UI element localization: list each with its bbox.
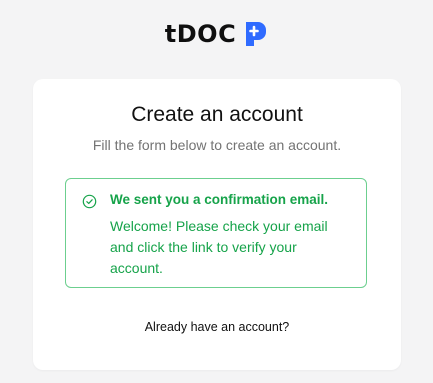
brand-header: tDOC (0, 20, 433, 48)
signin-link[interactable]: Already have an account? (33, 320, 401, 334)
page-title: Create an account (131, 103, 303, 126)
signup-page: tDOC Create an account Fill the form bel… (0, 0, 433, 383)
page-subtitle: Fill the form below to create an account… (92, 137, 342, 153)
check-circle-icon (82, 194, 97, 209)
alert-title: We sent you a confirmation email. (110, 192, 329, 207)
tdoc-logo-icon (246, 22, 267, 46)
brand-name: tDOC (164, 20, 237, 48)
signup-card: Create an account Fill the form below to… (33, 79, 401, 370)
success-alert: We sent you a confirmation email. Welcom… (65, 178, 367, 288)
alert-message: Welcome! Please check your email and cli… (110, 218, 328, 276)
